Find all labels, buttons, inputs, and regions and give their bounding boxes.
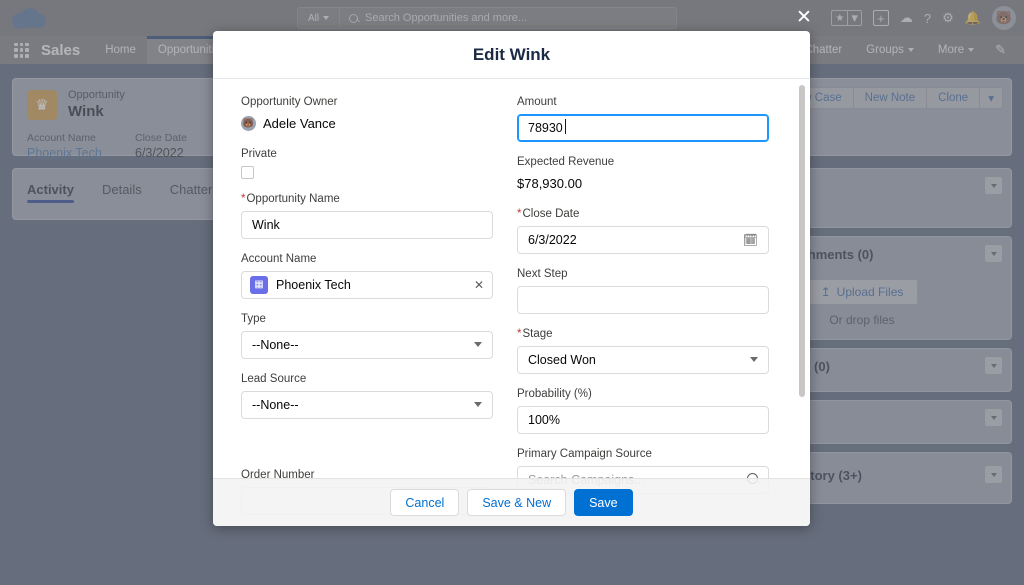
field-probability: Probability (%) 100% — [517, 387, 769, 434]
field-label: Amount — [517, 96, 557, 108]
lead-source-select[interactable]: --None-- — [241, 390, 493, 419]
modal-left-column: Opportunity Owner 🐻 Adele Vance Private … — [241, 95, 493, 526]
input-value: Wink — [252, 217, 280, 232]
field-label: Account Name — [241, 252, 317, 265]
input-value: 6/3/2022 — [528, 232, 577, 247]
account-name-lookup[interactable]: ▦ Phoenix Tech ✕ — [241, 270, 493, 299]
modal-scrollbar-thumb[interactable] — [799, 85, 805, 397]
opportunity-name-input[interactable]: Wink — [241, 210, 493, 239]
field-label: Probability (%) — [517, 387, 592, 400]
owner-name: Adele Vance — [263, 116, 336, 132]
lookup-value: Phoenix Tech — [276, 277, 351, 292]
modal-title: Edit Wink — [213, 31, 810, 79]
clear-account-icon[interactable]: ✕ — [474, 278, 484, 292]
owner-avatar: 🐻 — [241, 116, 256, 132]
field-label: *Opportunity Name — [241, 192, 493, 207]
type-select[interactable]: --None-- — [241, 330, 493, 359]
field-stage: *Stage Closed Won — [517, 327, 769, 374]
edit-opportunity-modal: Edit Wink Opportunity Owner 🐻 Adele Vanc… — [213, 31, 810, 526]
input-value: 78930 — [528, 118, 566, 135]
app-root: All Search Opportunities and more... ★ ▾… — [0, 0, 1024, 585]
field-close-date: *Close Date 6/3/2022 🗓 — [517, 207, 769, 254]
field-label: *Stage — [517, 327, 769, 342]
field-label-text: Close Date — [522, 207, 580, 220]
input-value: 100% — [528, 412, 560, 427]
select-value: --None-- — [252, 397, 299, 412]
field-amount: Amount 78930 — [517, 95, 769, 142]
save-button[interactable]: Save — [574, 489, 633, 516]
account-icon: ▦ — [250, 275, 268, 294]
calendar-icon[interactable]: 🗓 — [743, 233, 758, 247]
field-value: 🐻 Adele Vance — [241, 114, 493, 134]
field-account-name: Account Name ▦ Phoenix Tech ✕ — [241, 252, 493, 299]
private-checkbox[interactable] — [241, 165, 254, 179]
close-icon[interactable]: ✕ — [794, 8, 814, 28]
cancel-button[interactable]: Cancel — [390, 489, 460, 516]
field-label: Type — [241, 312, 266, 325]
chevron-down-icon — [474, 402, 482, 408]
field-next-step: Next Step — [517, 267, 769, 314]
field-label-text: Stage — [522, 327, 553, 340]
amount-input[interactable]: 78930 — [517, 113, 769, 142]
field-opportunity-owner: Opportunity Owner 🐻 Adele Vance — [241, 95, 493, 134]
chevron-down-icon — [474, 342, 482, 348]
field-label: *Close Date — [517, 207, 769, 222]
stage-select[interactable]: Closed Won — [517, 345, 769, 374]
next-step-input[interactable] — [517, 285, 769, 314]
field-label: Primary Campaign Source — [517, 447, 652, 460]
field-label-text: Opportunity Name — [246, 192, 340, 205]
modal-body: Opportunity Owner 🐻 Adele Vance Private … — [213, 79, 810, 526]
field-label: Next Step — [517, 267, 568, 280]
close-date-input[interactable]: 6/3/2022 🗓 — [517, 225, 769, 254]
field-expected-revenue: Expected Revenue $78,930.00 — [517, 155, 769, 194]
field-label: Private — [241, 147, 277, 160]
modal-scrollbar-track[interactable] — [799, 85, 805, 520]
probability-input[interactable]: 100% — [517, 405, 769, 434]
field-label: Lead Source — [241, 372, 307, 385]
field-opportunity-name: *Opportunity Name Wink — [241, 192, 493, 239]
required-marker: * — [517, 327, 522, 340]
field-lead-source: Lead Source --None-- — [241, 372, 493, 419]
field-private: Private — [241, 147, 493, 179]
required-marker: * — [517, 207, 522, 220]
save-and-new-button[interactable]: Save & New — [467, 489, 567, 516]
field-type: Type --None-- — [241, 312, 493, 359]
field-label: Opportunity Owner — [241, 96, 338, 108]
modal-footer: Cancel Save & New Save — [213, 478, 810, 526]
column-spacer — [241, 432, 493, 468]
field-label: Expected Revenue — [517, 155, 615, 168]
required-marker: * — [241, 192, 246, 205]
select-value: --None-- — [252, 337, 299, 352]
modal-right-column: Amount 78930 Expected Revenue $78,930.00… — [517, 95, 769, 526]
select-value: Closed Won — [528, 352, 596, 367]
expected-revenue-value: $78,930.00 — [517, 176, 583, 192]
chevron-down-icon — [750, 357, 758, 363]
